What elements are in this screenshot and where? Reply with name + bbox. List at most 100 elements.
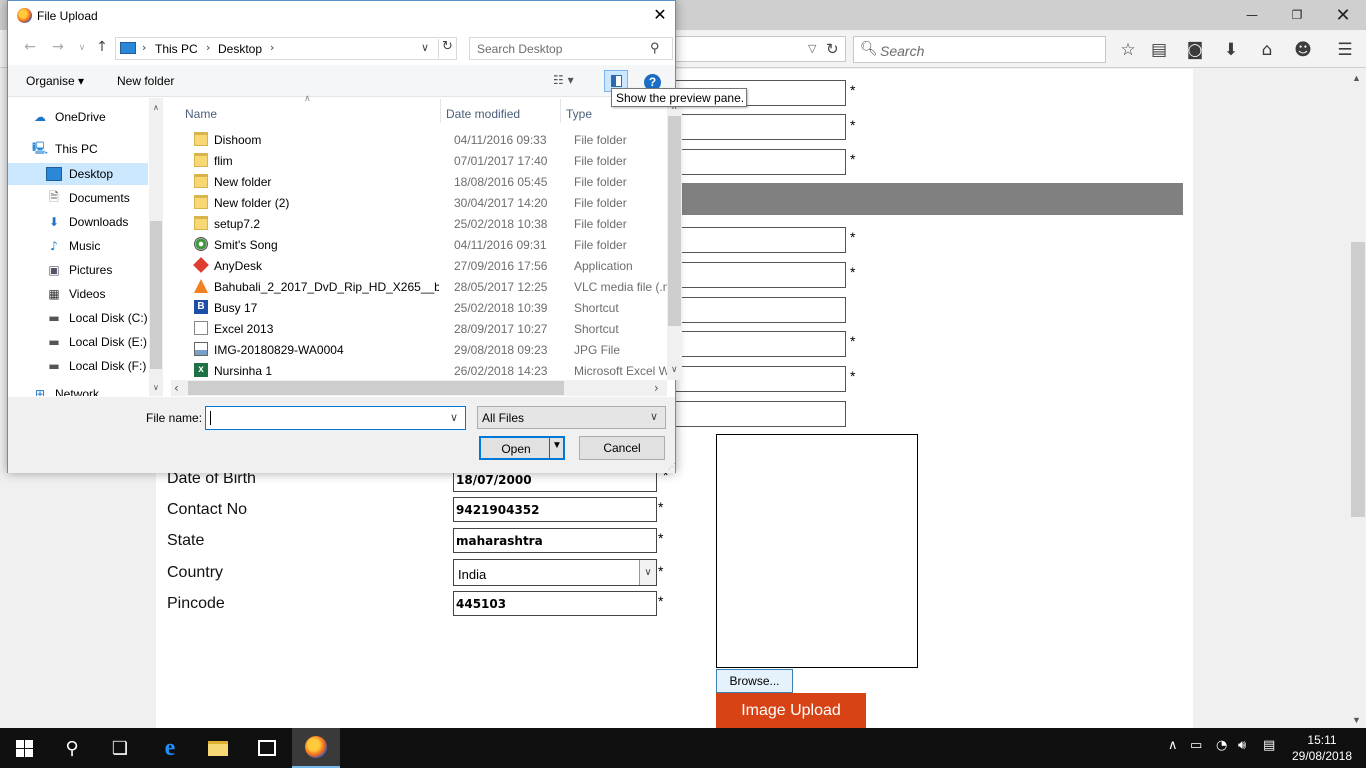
- nav-item-desktop[interactable]: Desktop: [46, 163, 113, 185]
- file-row[interactable]: setup7.2 25/02/2018 10:38 File folder: [171, 213, 668, 234]
- change-view-icon[interactable]: ☷ ▾: [553, 73, 574, 87]
- scroll-down-icon[interactable]: ∨: [153, 383, 159, 392]
- country-select[interactable]: India: [453, 559, 657, 586]
- wifi-icon[interactable]: ◔: [1216, 738, 1227, 753]
- nav-item-downloads[interactable]: ⬇ Downloads: [46, 211, 128, 233]
- file-row[interactable]: flim 07/01/2017 17:40 File folder: [171, 150, 668, 171]
- up-arrow-icon[interactable]: ↑: [91, 39, 113, 59]
- file-row[interactable]: B Busy 17 25/02/2018 10:39 Shortcut: [171, 297, 668, 318]
- library-icon[interactable]: ▤: [1147, 38, 1171, 62]
- nav-item-this-pc[interactable]: 🖳︎ This PC: [32, 138, 98, 160]
- contact-input[interactable]: 9421904352: [453, 497, 657, 522]
- file-name-input[interactable]: ∨: [205, 406, 466, 430]
- close-icon[interactable]: ✕: [1320, 0, 1366, 30]
- hidden-field-4[interactable]: [676, 227, 846, 253]
- task-view-icon[interactable]: ❏: [96, 728, 144, 768]
- recent-locations-icon[interactable]: ∨: [71, 43, 93, 63]
- cancel-button[interactable]: Cancel: [579, 436, 665, 460]
- nav-item-onedrive[interactable]: ☁ OneDrive: [32, 106, 106, 128]
- chevron-down-icon[interactable]: ∨: [650, 410, 658, 423]
- close-icon[interactable]: ✕: [648, 5, 672, 27]
- file-row[interactable]: x Nursinha 1 26/02/2018 14:23 Microsoft …: [171, 360, 668, 380]
- hidden-field-2[interactable]: [676, 114, 846, 140]
- chevron-down-icon[interactable]: ∨: [421, 41, 429, 54]
- minimize-icon[interactable]: —: [1229, 0, 1275, 30]
- breadcrumb-desktop[interactable]: Desktop: [218, 42, 262, 56]
- scroll-right-icon[interactable]: ›: [654, 381, 659, 395]
- chevron-right-icon[interactable]: ›: [142, 41, 146, 54]
- store-icon[interactable]: [243, 728, 291, 768]
- reload-icon[interactable]: ↻: [826, 40, 839, 58]
- chevron-down-icon[interactable]: ∨: [450, 411, 458, 424]
- caret-down-icon[interactable]: ▼: [552, 440, 562, 451]
- file-row[interactable]: Dishoom 04/11/2016 09:33 File folder: [171, 129, 668, 150]
- chevron-up-icon[interactable]: ∧: [1168, 738, 1178, 753]
- browse-button[interactable]: Browse...: [716, 669, 793, 693]
- back-arrow-icon[interactable]: ←: [19, 39, 41, 59]
- scroll-left-icon[interactable]: ‹: [174, 381, 179, 395]
- forward-arrow-icon[interactable]: →: [47, 39, 69, 59]
- menu-icon[interactable]: ☰: [1333, 38, 1357, 62]
- address-bar[interactable]: › This PC › Desktop › ∨ ↻: [115, 37, 457, 60]
- firefox-taskbar-icon[interactable]: [292, 728, 340, 768]
- new-folder-button[interactable]: New folder: [117, 74, 174, 88]
- column-header-date-modified[interactable]: Date modified: [446, 107, 520, 121]
- nav-item-local-disk-f[interactable]: ▬ Local Disk (F:): [46, 355, 146, 377]
- file-row[interactable]: Bahubali_2_2017_DvD_Rip_HD_X265__by_... …: [171, 276, 668, 297]
- scroll-down-icon[interactable]: ∨: [671, 365, 678, 375]
- clock-date[interactable]: 29/08/2018: [1288, 749, 1356, 763]
- smiley-icon[interactable]: ☻: [1291, 38, 1315, 62]
- page-scrollbar-thumb[interactable]: [1351, 242, 1365, 517]
- file-list-vscrollbar-thumb[interactable]: [668, 116, 681, 326]
- organise-button[interactable]: Organise ▾: [26, 74, 84, 88]
- scroll-up-icon[interactable]: ▲: [1352, 73, 1361, 83]
- browser-search-box[interactable]: 🔍︎ Search: [853, 36, 1106, 63]
- hidden-field-3[interactable]: [676, 149, 846, 175]
- restore-icon[interactable]: ❐: [1274, 0, 1320, 30]
- url-bar[interactable]: [676, 36, 846, 62]
- file-row[interactable]: New folder 18/08/2016 05:45 File folder: [171, 171, 668, 192]
- file-row[interactable]: Smit's Song 04/11/2016 09:31 File folder: [171, 234, 668, 255]
- hidden-field-6[interactable]: [676, 297, 846, 323]
- hidden-field-7[interactable]: [676, 331, 846, 357]
- nav-scrollbar-thumb[interactable]: [150, 221, 162, 369]
- nav-item-documents[interactable]: 🗎 Documents: [46, 187, 130, 209]
- file-list-hscrollbar-thumb[interactable]: [188, 381, 564, 395]
- open-button[interactable]: Open ▼: [479, 436, 565, 460]
- notification-icon[interactable]: ▤: [1263, 738, 1275, 753]
- hidden-field-9[interactable]: [676, 401, 846, 427]
- star-icon[interactable]: ☆: [1116, 38, 1140, 62]
- chevron-right-icon[interactable]: ›: [206, 41, 210, 54]
- file-row[interactable]: Excel 2013 28/09/2017 10:27 Shortcut: [171, 318, 668, 339]
- nav-item-local-disk-e[interactable]: ▬ Local Disk (E:): [46, 331, 147, 353]
- column-header-name[interactable]: Name: [185, 107, 217, 121]
- pincode-input[interactable]: 445103: [453, 591, 657, 616]
- clock-time[interactable]: 15:11: [1292, 733, 1352, 747]
- breadcrumb-this-pc[interactable]: This PC: [155, 42, 198, 56]
- nav-item-pictures[interactable]: ▣ Pictures: [46, 259, 112, 281]
- column-header-type[interactable]: Type: [566, 107, 592, 121]
- file-type-filter-select[interactable]: All Files ∨: [477, 406, 666, 429]
- nav-item-network[interactable]: ⊞ Network: [32, 387, 99, 396]
- scroll-down-icon[interactable]: ▼: [1352, 715, 1361, 725]
- download-icon[interactable]: ⬇: [1219, 38, 1243, 62]
- pocket-icon[interactable]: ◙: [1183, 38, 1207, 62]
- dialog-search-input[interactable]: Search Desktop ⚲: [469, 37, 673, 60]
- file-row[interactable]: New folder (2) 30/04/2017 14:20 File fol…: [171, 192, 668, 213]
- chevron-right-icon[interactable]: ›: [270, 41, 274, 54]
- volume-icon[interactable]: 🔊︎: [1238, 738, 1246, 753]
- file-explorer-icon[interactable]: [194, 728, 242, 768]
- hidden-field-8[interactable]: [676, 366, 846, 392]
- chevron-down-icon[interactable]: ∨: [639, 560, 656, 585]
- resize-grip-icon[interactable]: ⋰: [668, 462, 676, 471]
- url-dropdown-icon[interactable]: ▽: [808, 42, 816, 55]
- scroll-up-icon[interactable]: ∧: [153, 103, 159, 112]
- refresh-icon[interactable]: ↻: [438, 39, 456, 58]
- nav-item-music[interactable]: ♪ Music: [46, 235, 100, 257]
- state-input[interactable]: maharashtra: [453, 528, 657, 553]
- file-row[interactable]: IMG-20180829-WA0004 29/08/2018 09:23 JPG…: [171, 339, 668, 360]
- hidden-field-5[interactable]: [676, 262, 846, 288]
- battery-icon[interactable]: ▭: [1190, 738, 1202, 753]
- edge-icon[interactable]: e: [146, 728, 194, 768]
- image-upload-button[interactable]: Image Upload: [716, 693, 866, 728]
